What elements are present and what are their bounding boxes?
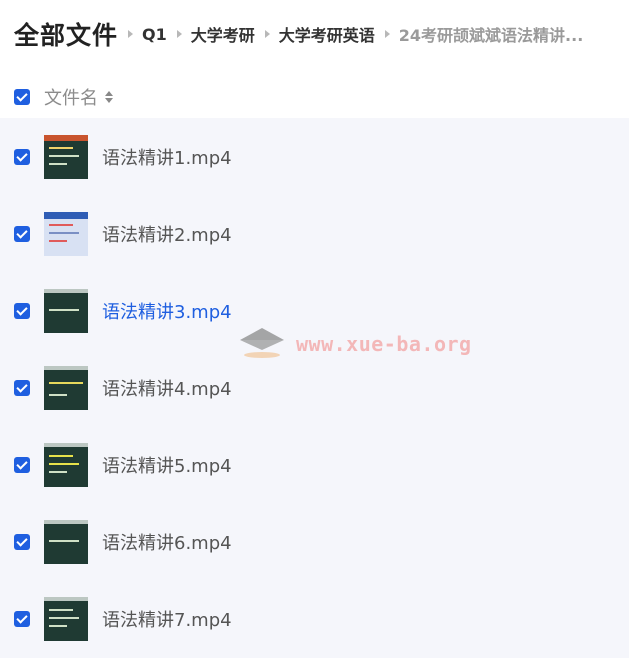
list-item[interactable]: 语法精讲2.mp4: [0, 195, 629, 272]
row-checkbox[interactable]: [14, 610, 30, 627]
file-name[interactable]: 语法精讲3.mp4: [102, 298, 232, 324]
file-name[interactable]: 语法精讲7.mp4: [102, 606, 232, 632]
file-list: 语法精讲1.mp4 语法精讲2.mp4 语法精讲3.mp4 语法精讲4.mp4 …: [0, 118, 629, 658]
chevron-right-icon: [176, 30, 182, 38]
list-item[interactable]: 语法精讲6.mp4: [0, 503, 629, 580]
row-checkbox[interactable]: [14, 533, 30, 550]
chevron-right-icon: [264, 30, 270, 38]
file-name[interactable]: 语法精讲4.mp4: [102, 375, 232, 401]
breadcrumb-item-q1[interactable]: Q1: [142, 25, 167, 44]
video-thumbnail[interactable]: [44, 519, 88, 564]
column-header-filename[interactable]: 文件名: [44, 84, 98, 110]
video-thumbnail[interactable]: [44, 365, 88, 410]
sort-icon[interactable]: [105, 91, 113, 103]
file-name[interactable]: 语法精讲6.mp4: [102, 529, 232, 555]
list-item[interactable]: 语法精讲3.mp4: [0, 272, 629, 349]
breadcrumb-root[interactable]: 全部文件: [14, 16, 118, 52]
video-thumbnail[interactable]: [44, 134, 88, 179]
breadcrumb: 全部文件 Q1 大学考研 大学考研英语 24考研颉斌斌语法精讲...: [14, 16, 621, 52]
breadcrumb-item-kaoyan-english[interactable]: 大学考研英语: [279, 22, 375, 46]
video-thumbnail[interactable]: [44, 596, 88, 641]
file-name[interactable]: 语法精讲5.mp4: [102, 452, 232, 478]
video-thumbnail[interactable]: [44, 211, 88, 256]
list-item[interactable]: 语法精讲1.mp4: [0, 118, 629, 195]
row-checkbox[interactable]: [14, 456, 30, 473]
select-all-checkbox[interactable]: [14, 89, 30, 105]
video-thumbnail[interactable]: [44, 442, 88, 487]
row-checkbox[interactable]: [14, 148, 30, 165]
file-name[interactable]: 语法精讲2.mp4: [102, 221, 232, 247]
row-checkbox[interactable]: [14, 225, 30, 242]
file-name[interactable]: 语法精讲1.mp4: [102, 144, 232, 170]
breadcrumb-item-current: 24考研颉斌斌语法精讲...: [398, 26, 584, 45]
breadcrumb-item-kaoyan[interactable]: 大学考研: [191, 22, 255, 46]
chevron-right-icon: [384, 30, 390, 38]
chevron-right-icon: [128, 30, 134, 38]
list-item[interactable]: 语法精讲5.mp4: [0, 426, 629, 503]
list-item[interactable]: 语法精讲7.mp4: [0, 580, 629, 657]
row-checkbox[interactable]: [14, 302, 30, 319]
video-thumbnail[interactable]: [44, 288, 88, 333]
list-header: 文件名: [0, 76, 629, 118]
row-checkbox[interactable]: [14, 379, 30, 396]
list-item[interactable]: 语法精讲4.mp4: [0, 349, 629, 426]
